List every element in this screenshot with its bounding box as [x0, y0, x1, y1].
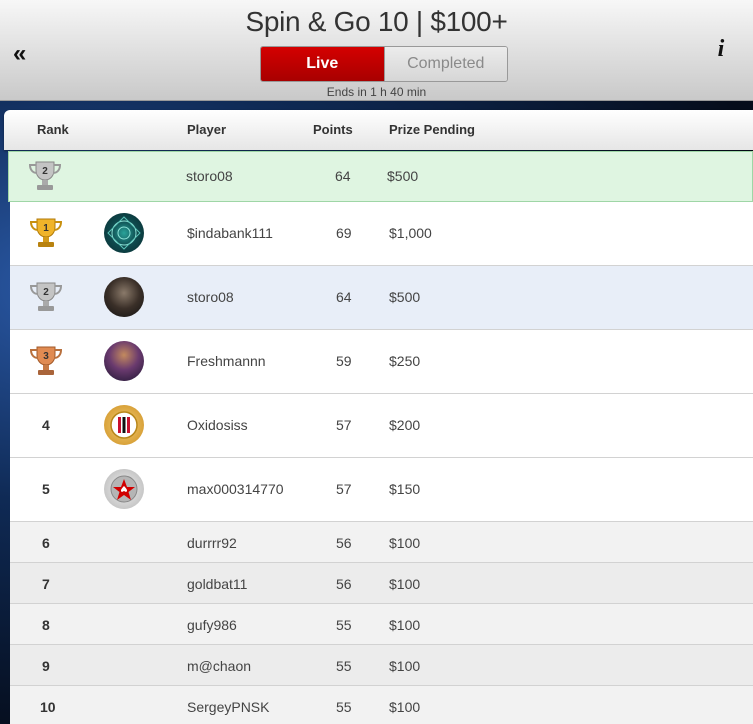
player-name: $indabank111: [187, 225, 273, 241]
points-value: 56: [336, 535, 352, 551]
rank-number: 7: [42, 576, 50, 592]
prize-value: $500: [389, 289, 421, 305]
table-row[interactable]: 9 m@chaon 55 $100: [10, 645, 753, 686]
prize-value: $500: [387, 168, 419, 184]
svg-text:2: 2: [42, 166, 48, 177]
player-name: storo08: [186, 168, 233, 184]
points-value: 55: [336, 617, 352, 633]
svg-text:1: 1: [43, 223, 49, 234]
own-rank-row[interactable]: 2 storo08 64 $500: [8, 151, 753, 202]
rank-number: 10: [40, 699, 56, 715]
points-value: 57: [336, 417, 352, 433]
tab-live[interactable]: Live: [261, 47, 384, 81]
points-value: 55: [336, 658, 352, 674]
prize-value: $200: [389, 417, 421, 433]
points-value: 55: [336, 699, 352, 715]
player-name: Oxidosiss: [187, 417, 248, 433]
prize-value: $100: [389, 535, 421, 551]
pokerstars-logo-avatar: [104, 469, 144, 509]
page-title: Spin & Go 10 | $100+: [245, 6, 508, 37]
points-value: 56: [336, 576, 352, 592]
prize-value: $150: [389, 481, 421, 497]
column-rank: Rank: [37, 122, 69, 137]
player-name: SergeyPNSK: [187, 699, 270, 715]
prize-value: $100: [389, 617, 421, 633]
gold-trophy-icon: 1: [29, 218, 63, 247]
table-header: Rank Player Points Prize Pending: [4, 110, 753, 150]
rank-number: 6: [42, 535, 50, 551]
bronze-trophy-icon: 3: [29, 346, 63, 375]
table-row[interactable]: 10 SergeyPNSK 55 $100: [10, 686, 753, 724]
table-row[interactable]: 1 $indabank111 69 $1,000: [10, 202, 753, 266]
prize-value: $250: [389, 353, 421, 369]
player-name: Freshmannn: [187, 353, 266, 369]
portrait-avatar: [104, 277, 144, 317]
table-row[interactable]: 4 Oxidosiss 57 $200: [10, 394, 753, 458]
mandala-avatar: [104, 213, 144, 253]
table-row[interactable]: 2 storo08 64 $500: [10, 266, 753, 330]
points-value: 57: [336, 481, 352, 497]
info-icon[interactable]: i: [712, 36, 730, 64]
svg-text:3: 3: [43, 351, 49, 362]
prize-value: $1,000: [389, 225, 432, 241]
points-value: 64: [335, 168, 351, 184]
points-value: 59: [336, 353, 352, 369]
table-row[interactable]: 8 gufy986 55 $100: [10, 604, 753, 645]
player-name: storo08: [187, 289, 234, 305]
player-name: durrrr92: [187, 535, 237, 551]
column-points: Points: [313, 122, 353, 137]
prize-value: $100: [389, 699, 421, 715]
prize-value: $100: [389, 658, 421, 674]
column-prize-pending: Prize Pending: [389, 122, 475, 137]
character-avatar: [104, 341, 144, 381]
tab-switcher: Live Completed: [260, 46, 508, 82]
player-name: goldbat11: [187, 576, 248, 592]
player-name: max000314770: [187, 481, 284, 497]
prize-value: $100: [389, 576, 421, 592]
rank-number: 4: [42, 417, 50, 433]
ends-countdown: Ends in 1 h 40 min: [326, 85, 427, 99]
points-value: 69: [336, 225, 352, 241]
back-double-chevron-icon[interactable]: «: [13, 40, 33, 68]
table-row[interactable]: 5 max000314770 57 $150: [10, 458, 753, 522]
table-row[interactable]: 6 durrrr92 56 $100: [10, 522, 753, 563]
table-row[interactable]: 3 Freshmannn 59 $250: [10, 330, 753, 394]
rank-number: 8: [42, 617, 50, 633]
points-value: 64: [336, 289, 352, 305]
club-crest-avatar: [104, 405, 144, 445]
rank-number: 9: [42, 658, 50, 674]
silver-trophy-icon: 2: [29, 282, 63, 311]
column-player: Player: [187, 122, 227, 137]
silver-trophy-icon: 2: [28, 161, 62, 190]
header-bar: « Spin & Go 10 | $100+ i Live Completed …: [0, 0, 753, 101]
svg-text:2: 2: [43, 287, 49, 298]
player-name: m@chaon: [187, 658, 252, 674]
player-name: gufy986: [187, 617, 237, 633]
table-row[interactable]: 7 goldbat11 56 $100: [10, 563, 753, 604]
tab-completed[interactable]: Completed: [383, 47, 507, 81]
rank-number: 5: [42, 481, 50, 497]
